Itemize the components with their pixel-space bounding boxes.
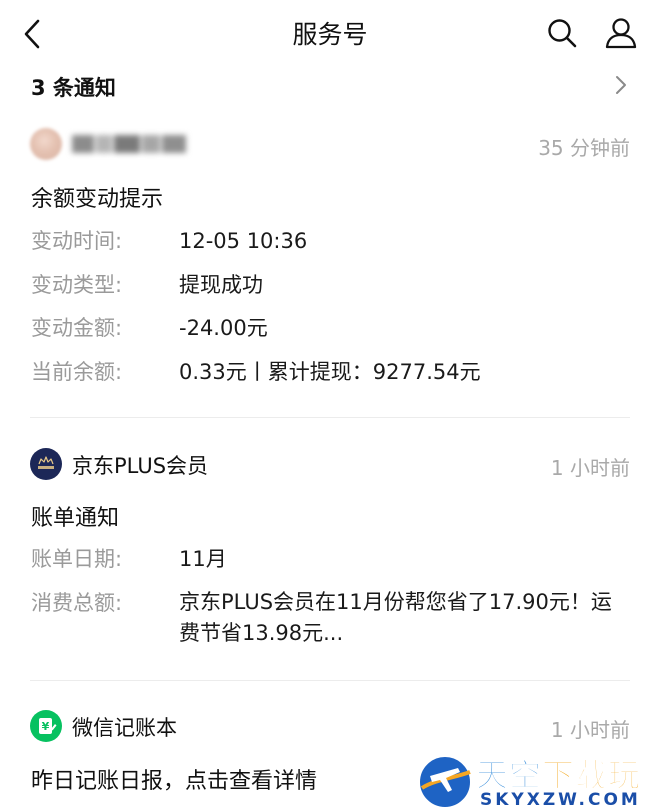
message-time: 35 分钟前 xyxy=(538,136,630,160)
notifications-summary[interactable]: 3 条通知 xyxy=(0,66,660,106)
message-card-jd-plus[interactable]: 京东PLUS会员 1 小时前 账单通知 账单日期: 11月 消费总额: 京东PL… xyxy=(30,446,630,656)
search-icon xyxy=(548,19,577,48)
profile-button[interactable] xyxy=(604,16,638,50)
detail-key: 当前余额: xyxy=(31,360,123,384)
jd-plus-crown-icon xyxy=(30,448,62,480)
detail-value: 0.33元丨累计提现：9277.54元 xyxy=(179,360,481,384)
message-header: 京东PLUS会员 1 小时前 xyxy=(30,446,630,486)
detail-key: 变动金额: xyxy=(31,316,123,340)
detail-key: 变动类型: xyxy=(31,273,123,297)
site-watermark: 天空下载玩 SKYXZW.COM xyxy=(416,748,660,811)
sender-name: 微信记账本 xyxy=(72,716,177,740)
blurred-sender-name xyxy=(72,135,192,155)
detail-value: -24.00元 xyxy=(179,316,268,340)
message-time: 1 小时前 xyxy=(550,718,630,742)
message-card-balance[interactable]: 35 分钟前 余额变动提示 变动时间: 12-05 10:36 变动类型: 提现… xyxy=(30,126,630,396)
chevron-left-icon xyxy=(24,19,40,49)
detail-value: 提现成功 xyxy=(179,273,263,297)
detail-value: 京东PLUS会员在11月份帮您省了17.90元！运费节省13.98元... xyxy=(179,590,612,645)
top-navbar: 服务号 xyxy=(0,0,660,66)
divider xyxy=(30,680,630,681)
notification-count-label: 3 条通知 xyxy=(31,76,116,100)
detail-value: 11月 xyxy=(179,547,227,571)
watermark-url: SKYXZW.COM xyxy=(480,790,641,810)
ledger-yuan-icon: ¥ xyxy=(30,710,62,742)
message-title: 昨日记账日报，点击查看详情 xyxy=(31,769,318,794)
divider xyxy=(30,417,630,418)
search-button[interactable] xyxy=(546,17,578,49)
user-icon xyxy=(605,18,637,49)
message-title: 余额变动提示 xyxy=(31,187,164,212)
message-time: 1 小时前 xyxy=(550,456,630,480)
detail-key: 变动时间: xyxy=(31,229,123,253)
message-header: ¥ 微信记账本 1 小时前 xyxy=(30,708,630,748)
message-header: 35 分钟前 xyxy=(30,126,630,166)
message-title: 账单通知 xyxy=(31,506,120,531)
globe-plane-icon xyxy=(418,755,472,809)
back-button[interactable] xyxy=(18,18,46,50)
sender-name: 京东PLUS会员 xyxy=(72,454,209,478)
avatar xyxy=(30,128,62,160)
detail-key: 消费总额: xyxy=(31,591,123,615)
detail-key: 账单日期: xyxy=(31,547,123,571)
svg-text:¥: ¥ xyxy=(42,720,50,733)
detail-value: 12-05 10:36 xyxy=(179,229,308,253)
watermark-title-main: 天空 xyxy=(475,756,543,795)
chevron-right-icon xyxy=(616,76,626,94)
watermark-title-accent: 下载玩 xyxy=(542,756,642,795)
